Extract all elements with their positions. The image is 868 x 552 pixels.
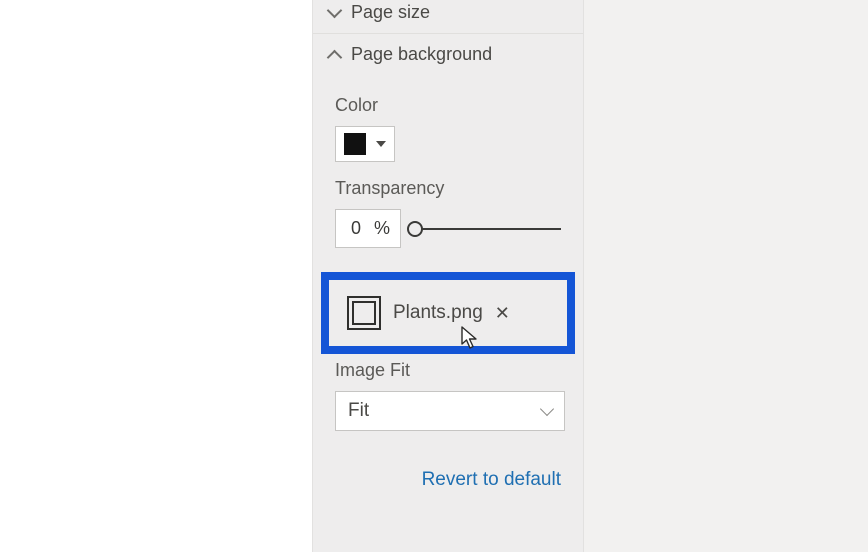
percent-unit: % [374,218,390,239]
caret-down-icon [376,141,386,147]
transparency-label: Transparency [335,178,561,199]
image-fit-label: Image Fit [335,360,561,381]
format-panel: Page size Page background Color Transpar… [312,0,584,552]
transparency-slider[interactable] [415,219,561,239]
chevron-up-icon [327,48,341,62]
image-fit-value: Fit [348,400,369,422]
color-label: Color [335,95,561,116]
cursor-icon [461,326,479,350]
transparency-input[interactable] [346,218,366,239]
slider-track [415,228,561,230]
chevron-down-icon [327,6,341,20]
background-image-chip[interactable]: Plants.png ✕ [321,272,575,354]
canvas-area [0,0,312,552]
section-body-page-background: Color Transparency % Plants.png ✕ [313,75,583,441]
right-gutter [584,0,868,552]
transparency-control: % [335,209,561,248]
image-file-name: Plants.png [393,302,483,324]
transparency-input-box[interactable]: % [335,209,401,248]
section-title: Page size [351,2,430,23]
section-header-page-background[interactable]: Page background [313,33,583,75]
section-title: Page background [351,44,492,65]
chevron-down-icon [540,402,554,416]
remove-image-button[interactable]: ✕ [491,303,514,324]
slider-thumb[interactable] [407,221,423,237]
image-fit-select[interactable]: Fit [335,391,565,431]
revert-to-default-link[interactable]: Revert to default [313,441,583,491]
color-swatch [344,133,366,155]
color-picker[interactable] [335,126,395,162]
section-header-page-size[interactable]: Page size [313,0,583,33]
image-icon [347,296,381,330]
